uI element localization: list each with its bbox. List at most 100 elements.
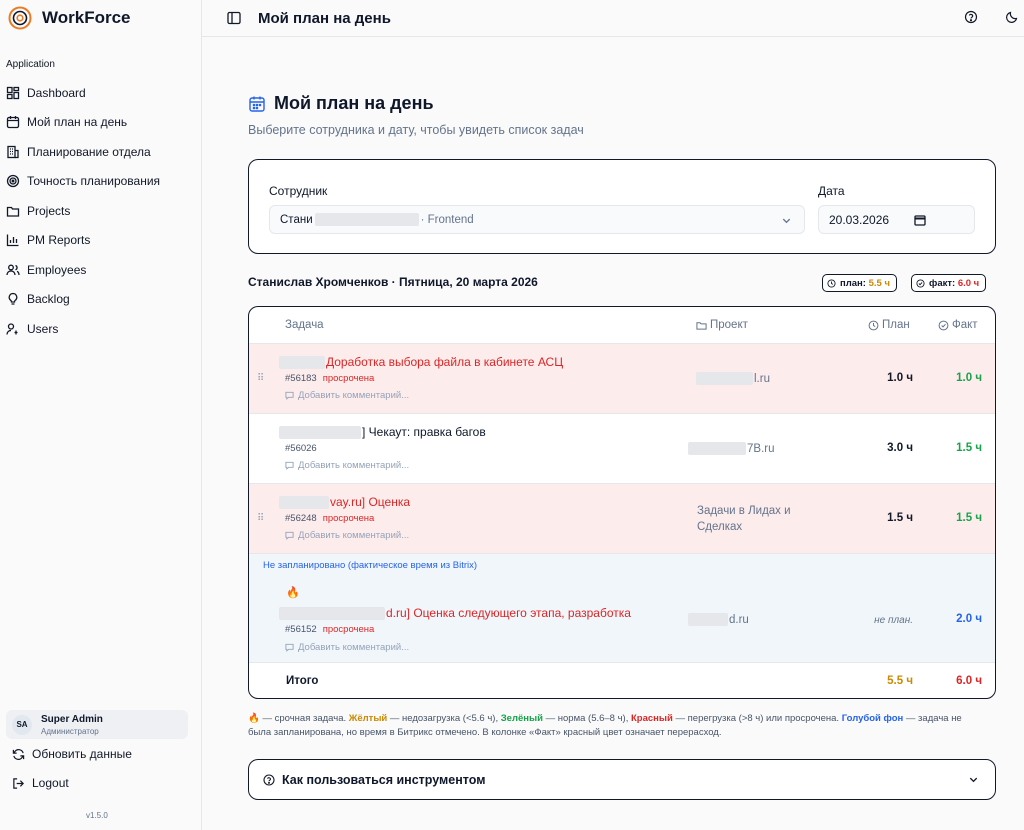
sidebar-item-projects[interactable]: Projects: [0, 196, 201, 226]
sidebar-item-backlog[interactable]: Backlog: [0, 285, 201, 315]
task-title-text: d.ru] Оценка следующего этапа, разработк…: [386, 606, 631, 620]
fact-total-badge: факт: 6.0 ч: [911, 274, 987, 292]
task-title[interactable]: vay.ru] Оценка: [279, 495, 410, 509]
legend-text: — недозагрузка (<5.6 ч),: [387, 713, 501, 724]
comment-icon: [285, 643, 294, 652]
redacted-project: [279, 495, 329, 509]
task-fact: 1.5 ч: [956, 512, 982, 524]
total-row: Итого 5.5 ч 6.0 ч: [249, 662, 995, 698]
moon-icon[interactable]: [1005, 10, 1019, 24]
table-row[interactable]: ⠿ Доработка выбора файла в кабинете АСЦ …: [249, 343, 995, 413]
task-plan: не план.: [874, 615, 913, 626]
task-project-text: 7B.ru: [747, 442, 775, 455]
task-title[interactable]: d.ru] Оценка следующего этапа, разработк…: [279, 606, 631, 620]
total-fact: 6.0 ч: [956, 675, 982, 687]
redacted-domain: [688, 613, 728, 626]
sidebar-item-employees[interactable]: Employees: [0, 255, 201, 285]
table-row[interactable]: ⠿ vay.ru] Оценка #56248 просрочена Добави…: [249, 483, 995, 553]
overdue-badge: просрочена: [322, 373, 375, 384]
task-id: #56248: [285, 513, 317, 524]
sidebar-item-label: Мой план на день: [27, 115, 128, 130]
add-comment-button[interactable]: Добавить комментарий...: [285, 460, 409, 471]
page-subtitle: Выберите сотрудника и дату, чтобы увидет…: [248, 123, 584, 137]
task-title[interactable]: Доработка выбора файла в кабинете АСЦ: [279, 355, 563, 369]
brand[interactable]: WorkForce: [0, 0, 201, 36]
comment-icon: [285, 531, 294, 540]
check-circle-icon: [916, 278, 925, 288]
sidebar-item-label: Планирование отдела: [27, 144, 151, 159]
folder-icon: [6, 204, 20, 218]
date-label: Дата: [818, 184, 845, 198]
topbar-title: Мой план на день: [258, 9, 391, 27]
unplanned-section: Не запланировано (фактическое время из B…: [249, 553, 995, 662]
add-comment-label: Добавить комментарий...: [298, 460, 410, 471]
sidebar-item-department-planning[interactable]: Планирование отдела: [0, 137, 201, 167]
employee-day-heading: Станислав Хромченков · Пятница, 20 марта…: [248, 275, 538, 289]
employee-select-suffix: · Frontend: [420, 213, 474, 226]
add-comment-button[interactable]: Добавить комментарий...: [285, 642, 409, 653]
sidebar-item-dashboard[interactable]: Dashboard: [0, 78, 201, 108]
user-info: Super Admin Администратор: [41, 713, 103, 737]
filter-card: Сотрудник Стани · Frontend Дата 20.03.20…: [248, 159, 996, 254]
column-header-plan-label: План: [882, 319, 910, 331]
drag-handle-icon[interactable]: ⠿: [257, 514, 265, 524]
topbar: Мой план на день: [202, 0, 1024, 37]
user-key-icon: [6, 322, 20, 336]
add-comment-button[interactable]: Добавить комментарий...: [285, 530, 409, 541]
column-header-plan: План: [868, 319, 910, 331]
task-title-text: ] Чекаут: правка багов: [362, 425, 486, 439]
fact-total-value: 6.0 ч: [957, 277, 980, 289]
redacted-name: [314, 213, 419, 226]
redacted-project: [279, 606, 385, 620]
table-row[interactable]: ] Чекаут: правка багов #56026 Добавить к…: [249, 413, 995, 483]
check-circle-icon: [938, 320, 949, 330]
task-project: 7B.ru: [688, 442, 775, 455]
task-project: l.ru: [696, 372, 770, 385]
sidebar: WorkForce Application Dashboard Мой план…: [0, 0, 202, 830]
task-plan: 1.5 ч: [887, 512, 913, 524]
column-header-task: Задача: [285, 319, 324, 331]
sidebar-item-planning-accuracy[interactable]: Точность планирования: [0, 167, 201, 197]
sidebar-group-label: Application: [6, 59, 55, 70]
fact-total-label: факт:: [929, 277, 956, 289]
redacted-domain: [688, 442, 746, 455]
page-heading: Мой план на день: [248, 93, 434, 114]
sidebar-item-users[interactable]: Users: [0, 314, 201, 344]
legend-text: — перегрузка (>8 ч) или просрочена.: [672, 713, 842, 724]
date-input[interactable]: 20.03.2026: [818, 205, 975, 234]
how-to-use-accordion[interactable]: Как пользоваться инструментом: [248, 759, 996, 800]
task-fact: 1.0 ч: [956, 372, 982, 384]
page-title: Мой план на день: [274, 93, 434, 113]
logout-icon: [13, 777, 24, 789]
task-fact: 1.5 ч: [956, 442, 982, 454]
sidebar-item-pm-reports[interactable]: PM Reports: [0, 226, 201, 256]
task-project: d.ru: [688, 613, 749, 626]
user-card[interactable]: SA Super Admin Администратор: [6, 710, 188, 739]
task-title[interactable]: ] Чекаут: правка багов: [279, 425, 486, 439]
refresh-data-label: Обновить данные: [32, 747, 132, 761]
refresh-data-button[interactable]: Обновить данные: [12, 747, 132, 761]
column-header-fact: Факт: [938, 319, 978, 331]
comment-icon: [285, 461, 294, 470]
sidebar-item-label: Dashboard: [27, 85, 86, 100]
main-content: Мой план на день Выберите сотрудника и д…: [202, 37, 1024, 830]
sidebar-item-label: Users: [27, 321, 59, 336]
refresh-icon: [12, 748, 25, 760]
total-label: Итого: [286, 675, 319, 687]
help-icon[interactable]: [964, 10, 978, 24]
task-id: #56152: [285, 624, 317, 635]
legend-green: Зелёный: [500, 713, 543, 724]
calendar-picker-icon[interactable]: [914, 214, 926, 226]
sidebar-toggle-button[interactable]: [226, 10, 242, 26]
drag-handle-icon[interactable]: ⠿: [257, 374, 265, 384]
avatar: SA: [12, 714, 32, 735]
employee-label: Сотрудник: [269, 184, 328, 198]
sidebar-item-my-plan[interactable]: Мой план на день: [0, 108, 201, 138]
employee-select[interactable]: Стани · Frontend: [269, 205, 805, 234]
sidebar-item-label: Employees: [27, 262, 87, 277]
plan-total-label: план:: [840, 277, 866, 289]
calendar-icon: [249, 96, 265, 112]
add-comment-button[interactable]: Добавить комментарий...: [285, 390, 409, 401]
logout-button[interactable]: Logout: [12, 776, 69, 790]
legend-red: Красный: [631, 713, 673, 724]
